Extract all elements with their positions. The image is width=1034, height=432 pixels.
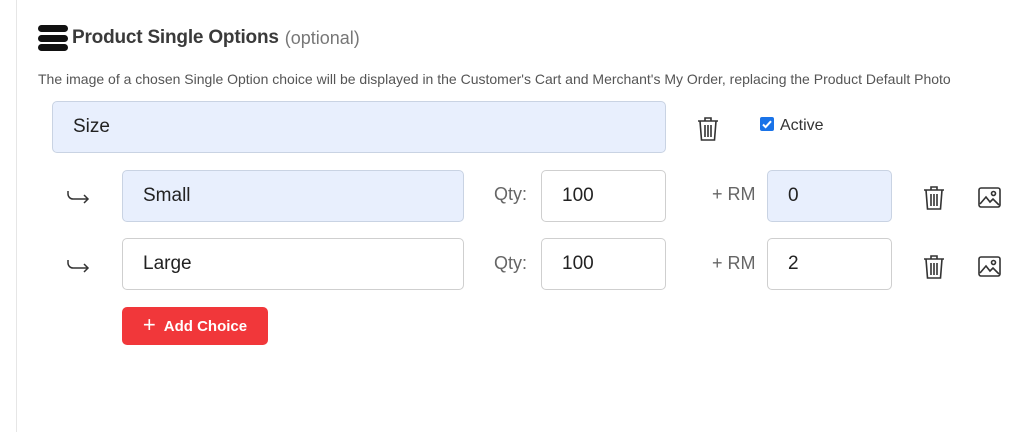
optional-label: (optional) (284, 27, 360, 48)
sub-item-arrow-icon (66, 188, 92, 204)
active-label: Active (780, 117, 824, 134)
option-name-input[interactable]: Size (52, 101, 666, 153)
image-icon[interactable] (977, 255, 1001, 277)
stack-icon (38, 25, 68, 51)
qty-value: 100 (562, 253, 594, 274)
price-input[interactable]: 0 (767, 170, 892, 222)
trash-icon[interactable] (922, 184, 946, 212)
section-title: Product Single Options (72, 27, 279, 48)
choice-name-value: Small (143, 185, 191, 206)
qty-value: 100 (562, 185, 594, 206)
section-description: The image of a chosen Single Option choi… (38, 71, 951, 87)
image-icon[interactable] (977, 186, 1001, 208)
add-choice-button[interactable]: + Add Choice (122, 307, 268, 345)
trash-icon[interactable] (696, 115, 720, 143)
section-header: Product Single Options (optional) (38, 25, 360, 51)
left-border (16, 0, 17, 432)
choice-name-input[interactable]: Large (122, 238, 464, 290)
active-checkbox[interactable] (760, 117, 774, 131)
qty-label: Qty: (494, 253, 528, 273)
plus-icon: + (142, 312, 156, 337)
price-label: + RM (712, 253, 756, 273)
sub-item-arrow-icon (66, 257, 92, 273)
price-value: 0 (788, 185, 799, 206)
qty-input[interactable]: 100 (541, 238, 666, 290)
price-value: 2 (788, 253, 799, 274)
option-name-value: Size (73, 116, 110, 137)
qty-label: Qty: (494, 184, 528, 204)
choice-name-value: Large (143, 253, 192, 274)
choice-name-input[interactable]: Small (122, 170, 464, 222)
price-input[interactable]: 2 (767, 238, 892, 290)
add-choice-label: Add Choice (163, 317, 248, 335)
price-label: + RM (712, 184, 756, 204)
qty-input[interactable]: 100 (541, 170, 666, 222)
trash-icon[interactable] (922, 253, 946, 281)
